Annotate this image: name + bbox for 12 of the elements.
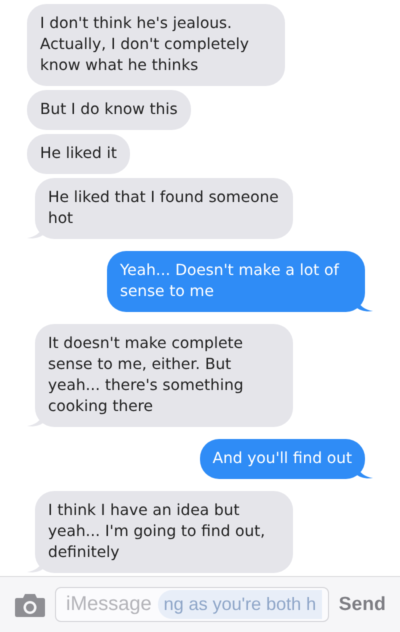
received-message-bubble: I think I have an idea but yeah... I'm going to find out, definitely <box>35 491 293 573</box>
sent-message-bubble: Yeah... Doesn't make a lot of sense to me <box>107 251 365 312</box>
received-message-bubble: It doesn't make complete sense to me, either. But yeah... there's something cooking there <box>35 324 293 427</box>
received-message-bubble: I don't think he's jealous. Actually, I don't completely know what he thinks <box>27 4 285 86</box>
received-message-bubble: He liked that I found someone hot <box>35 178 293 239</box>
ghost-message-text: ng as you're both h <box>158 590 322 619</box>
message-input-field[interactable]: iMessage ng as you're both h <box>55 587 329 622</box>
received-message-bubble: He liked it <box>27 134 130 174</box>
camera-icon[interactable] <box>15 592 45 616</box>
received-message-bubble: But I do know this <box>27 90 191 130</box>
send-button[interactable]: Send <box>338 594 386 616</box>
sent-message-bubble: And you'll find out <box>200 439 365 479</box>
